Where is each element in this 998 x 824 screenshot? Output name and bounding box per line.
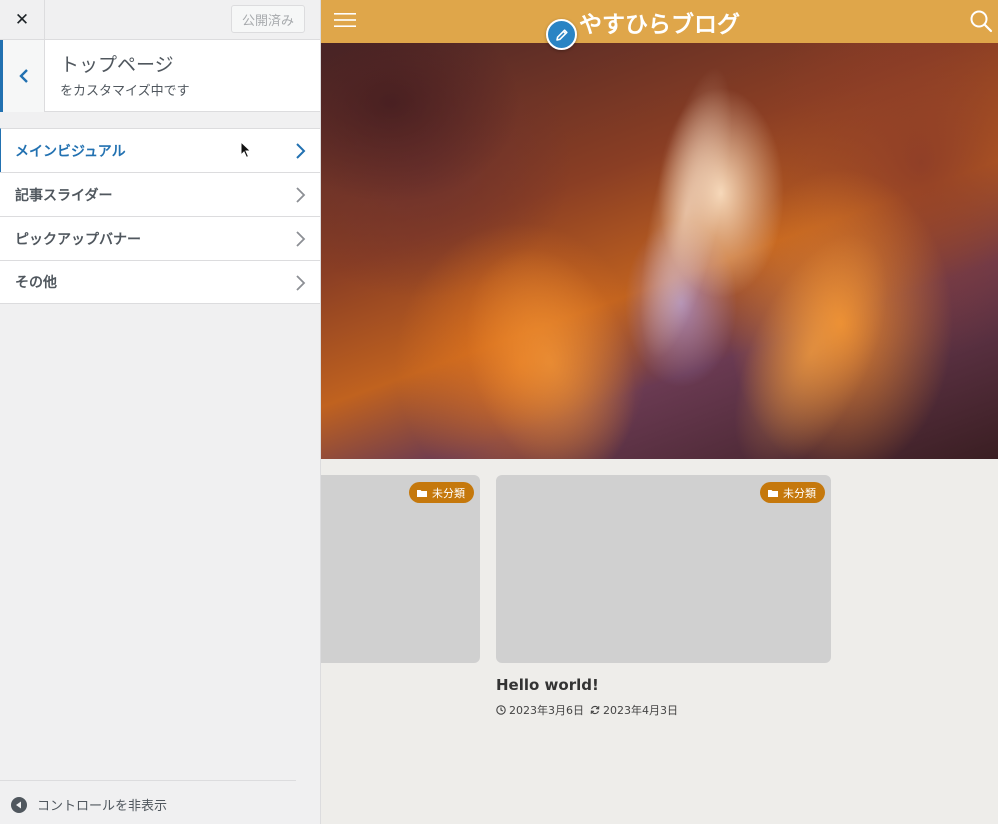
updated-date: 2023年4月3日 (603, 704, 678, 717)
section-title: トップページ (60, 54, 174, 76)
site-preview: やすひらブログ 未分類 未分類 Hello world! 2023年3月6日 2… (321, 0, 998, 824)
published-date: 2023年3月6日 (509, 704, 584, 717)
category-badge[interactable]: 未分類 (409, 482, 474, 503)
back-button[interactable] (0, 40, 45, 112)
category-label: 未分類 (432, 486, 465, 500)
chevron-right-icon (296, 275, 306, 291)
publish-button[interactable]: 公開済み (231, 5, 305, 33)
panel-item-main-visual[interactable]: メインビジュアル (0, 128, 320, 172)
pencil-icon (555, 28, 568, 41)
section-subtitle: をカスタマイズ中です (60, 84, 190, 99)
section-header: トップページ をカスタマイズ中です (0, 40, 320, 112)
panel-item-label: その他 (15, 275, 57, 291)
panel-item-pickup-banner[interactable]: ピックアップバナー (0, 216, 320, 260)
hide-controls-button[interactable]: コントロールを非表示 (11, 795, 167, 814)
folder-icon (768, 489, 778, 497)
post-card[interactable]: 未分類 (321, 475, 480, 663)
main-visual-image (321, 43, 998, 459)
edit-shortcut-button[interactable] (546, 19, 577, 50)
post-title[interactable]: Hello world! (496, 676, 599, 694)
panel-item-label: メインビジュアル (15, 143, 126, 160)
customizer-sidebar: ✕ 公開済み トップページ をカスタマイズ中です メインビジュアル 記事スライダ… (0, 0, 321, 824)
chevron-left-icon (18, 69, 28, 83)
post-card[interactable]: 未分類 (496, 475, 831, 663)
category-badge[interactable]: 未分類 (760, 482, 825, 503)
collapse-arrow-icon (11, 796, 27, 813)
hide-controls-label: コントロールを非表示 (37, 799, 168, 814)
search-icon[interactable] (969, 9, 993, 33)
site-header: やすひらブログ (321, 0, 998, 43)
clock-icon (496, 705, 506, 715)
panel-item-other[interactable]: その他 (0, 260, 320, 304)
chevron-right-icon (296, 231, 306, 247)
folder-icon (417, 489, 427, 497)
panel-list: メインビジュアル 記事スライダー ピックアップバナー その他 (0, 128, 320, 304)
post-meta: 2023年3月6日 2023年4月3日 (496, 702, 678, 718)
close-customizer-button[interactable]: ✕ (0, 0, 45, 40)
refresh-icon (590, 705, 600, 715)
site-title[interactable]: やすひらブログ (321, 5, 998, 39)
chevron-right-icon (296, 187, 306, 203)
customizer-header: ✕ 公開済み (0, 0, 320, 40)
panel-item-post-slider[interactable]: 記事スライダー (0, 172, 320, 216)
mouse-cursor-icon (240, 141, 252, 159)
footer-divider (0, 780, 296, 781)
chevron-right-icon (296, 143, 306, 159)
category-label: 未分類 (783, 486, 816, 500)
panel-item-label: ピックアップバナー (15, 231, 141, 248)
panel-item-label: 記事スライダー (15, 187, 113, 204)
